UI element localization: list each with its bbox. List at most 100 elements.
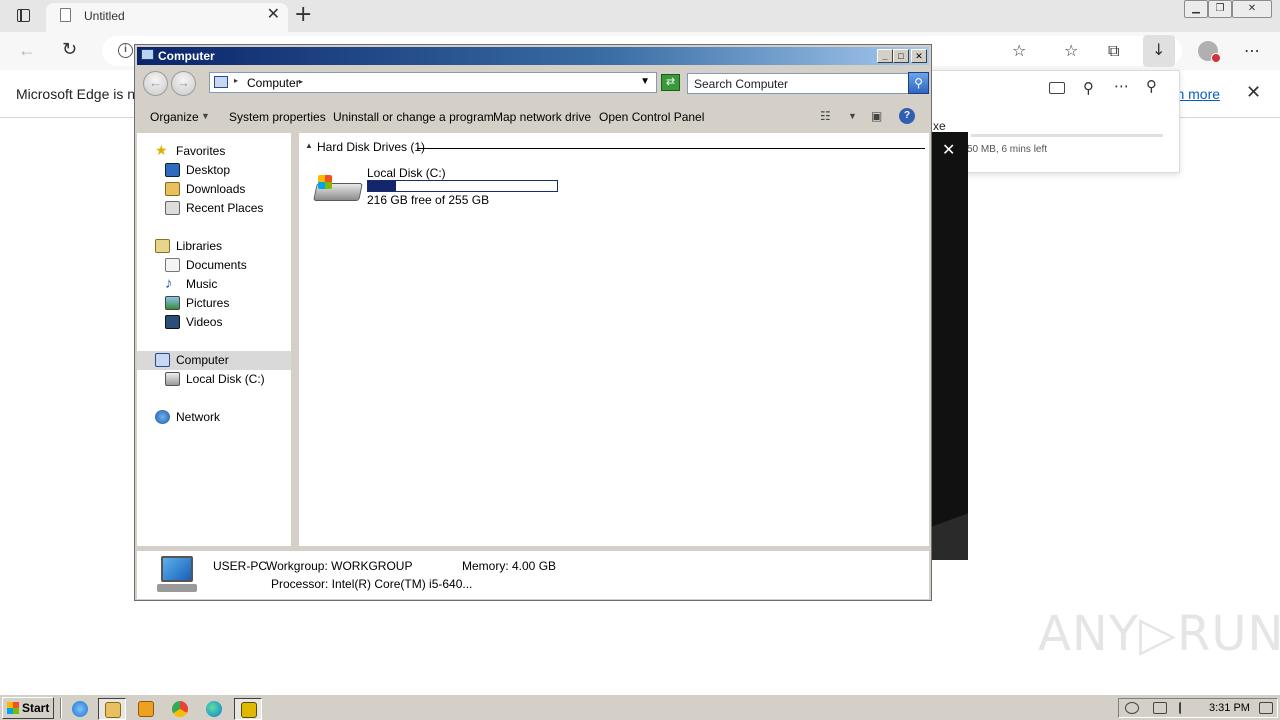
explorer-titlebar[interactable]: Computer _ □ ✕ bbox=[137, 47, 929, 65]
watermark: ANY▷RUN bbox=[1038, 606, 1280, 662]
clock[interactable]: 3:31 PM bbox=[1209, 702, 1250, 714]
navigation-pane: ★ Favorites Desktop Downloads Recent Pla… bbox=[137, 133, 295, 546]
downloads-button[interactable]: ↓ bbox=[1143, 35, 1175, 67]
address-bar[interactable]: ▸ Computer ▸ ▼ bbox=[209, 72, 657, 93]
taskbar: Start 3:31 PM bbox=[0, 694, 1280, 720]
chevron-down-icon[interactable]: ▼ bbox=[640, 76, 650, 87]
profile-avatar[interactable] bbox=[1198, 41, 1221, 63]
star-icon: ★ bbox=[155, 142, 168, 158]
download-file-name[interactable]: xe bbox=[933, 119, 946, 133]
system-properties-button[interactable]: System properties bbox=[229, 110, 326, 124]
nav-libraries[interactable]: Libraries bbox=[155, 237, 289, 256]
more-options-icon[interactable]: ⋯ bbox=[1114, 77, 1129, 95]
favorites-icon[interactable]: ☆ bbox=[1064, 41, 1078, 60]
chevron-down-icon[interactable]: ▼ bbox=[201, 111, 210, 121]
organize-menu[interactable]: Organize bbox=[150, 110, 199, 124]
close-window-button[interactable]: ✕ bbox=[1232, 0, 1272, 18]
libraries-icon bbox=[155, 239, 170, 253]
computer-icon bbox=[141, 49, 154, 60]
content-pane: ▲ Hard Disk Drives (1) Local Disk (C:) 2… bbox=[299, 133, 929, 546]
forward-button[interactable]: → bbox=[171, 71, 196, 96]
minimize-button[interactable]: _ bbox=[877, 49, 893, 63]
group-header[interactable]: ▲ Hard Disk Drives (1) bbox=[305, 140, 925, 156]
system-tray: 3:31 PM bbox=[1118, 698, 1278, 718]
nav-recent-places[interactable]: Recent Places bbox=[165, 199, 289, 218]
map-network-drive-button[interactable]: Map network drive bbox=[493, 110, 591, 124]
computer-icon bbox=[155, 353, 170, 367]
chevron-right-icon[interactable]: ▸ bbox=[299, 77, 303, 86]
downloads-folder-icon bbox=[165, 182, 180, 196]
browser-tab-bar: Untitled ✕ + ▁ ❐ ✕ bbox=[0, 0, 1280, 32]
explorer-window: Computer _ □ ✕ ← → ▸ Computer ▸ ▼ ⇄ Sear… bbox=[134, 44, 932, 601]
computer-icon bbox=[155, 556, 199, 596]
close-icon[interactable]: ✕ bbox=[942, 140, 955, 160]
new-tab-button[interactable]: + bbox=[294, 3, 312, 27]
nav-computer[interactable]: Computer bbox=[137, 351, 291, 370]
maximize-button[interactable]: □ bbox=[893, 49, 909, 63]
open-control-panel-button[interactable]: Open Control Panel bbox=[599, 110, 704, 124]
collections-icon[interactable]: ⧉ bbox=[1108, 41, 1119, 61]
search-icon[interactable]: ⚲ bbox=[1083, 79, 1094, 97]
media-player-icon[interactable] bbox=[132, 698, 160, 720]
windows-logo-icon bbox=[7, 702, 19, 714]
chevron-right-icon[interactable]: ▸ bbox=[234, 76, 238, 85]
show-desktop-icon[interactable] bbox=[1259, 702, 1273, 714]
flag-icon[interactable] bbox=[1179, 702, 1193, 714]
dark-window: ✕ bbox=[932, 132, 968, 560]
window-title: Computer bbox=[158, 49, 215, 63]
more-menu-icon[interactable]: ⋯ bbox=[1244, 41, 1260, 60]
nav-desktop[interactable]: Desktop bbox=[165, 161, 289, 180]
explorer-navbar: ← → ▸ Computer ▸ ▼ ⇄ Search Computer ⚲ bbox=[137, 67, 929, 99]
infobar-close-icon[interactable]: ✕ bbox=[1246, 82, 1261, 103]
minimize-button[interactable]: ▁ bbox=[1184, 0, 1208, 18]
pin-icon[interactable]: ⚲ bbox=[1146, 77, 1157, 95]
internet-explorer-icon[interactable] bbox=[66, 698, 94, 720]
network-status-icon[interactable] bbox=[1153, 702, 1167, 714]
chevron-down-icon[interactable]: ▼ bbox=[848, 111, 857, 121]
nav-downloads[interactable]: Downloads bbox=[165, 180, 289, 199]
back-arrow-icon[interactable]: ← bbox=[18, 40, 36, 61]
computer-icon bbox=[214, 76, 228, 88]
volume-icon[interactable] bbox=[1125, 702, 1139, 714]
download-status: 50 MB, 6 mins left bbox=[967, 144, 1048, 155]
download-progress-bar bbox=[971, 134, 1163, 137]
tab-close-icon[interactable]: ✕ bbox=[267, 6, 280, 24]
infobar-message: Microsoft Edge is no bbox=[16, 86, 143, 102]
nav-favorites[interactable]: ★ Favorites bbox=[155, 142, 289, 161]
uninstall-program-button[interactable]: Uninstall or change a program bbox=[333, 110, 494, 124]
page-icon bbox=[60, 8, 71, 22]
drive-name[interactable]: Local Disk (C:) bbox=[367, 166, 446, 180]
nav-documents[interactable]: Documents bbox=[165, 256, 289, 275]
nav-videos[interactable]: Videos bbox=[165, 313, 289, 332]
refresh-icon[interactable]: ↻ bbox=[62, 39, 77, 60]
back-button[interactable]: ← bbox=[143, 71, 168, 96]
close-button[interactable]: ✕ bbox=[911, 49, 927, 63]
explorer-taskbar-icon[interactable] bbox=[98, 698, 126, 720]
add-favorite-icon[interactable]: ☆ bbox=[1012, 41, 1026, 60]
start-button[interactable]: Start bbox=[2, 697, 54, 719]
help-icon[interactable]: ? bbox=[899, 108, 915, 124]
nav-network[interactable]: Network bbox=[155, 408, 289, 427]
search-button[interactable]: ⚲ bbox=[908, 72, 929, 94]
app-taskbar-icon[interactable] bbox=[234, 698, 262, 720]
nav-pictures[interactable]: Pictures bbox=[165, 294, 289, 313]
refresh-button[interactable]: ⇄ bbox=[661, 74, 680, 91]
browser-tab[interactable]: Untitled ✕ bbox=[46, 3, 288, 32]
edge-icon[interactable] bbox=[200, 698, 228, 720]
chrome-icon[interactable] bbox=[166, 698, 194, 720]
desktop-icon bbox=[165, 163, 180, 177]
hard-drive-icon[interactable] bbox=[313, 175, 363, 205]
videos-icon bbox=[165, 315, 180, 329]
tab-actions-icon[interactable] bbox=[12, 7, 34, 25]
address-location[interactable]: Computer bbox=[247, 76, 300, 90]
open-folder-icon[interactable] bbox=[1049, 82, 1065, 94]
search-input[interactable]: Search Computer bbox=[687, 73, 909, 94]
info-icon[interactable]: i bbox=[118, 43, 133, 58]
view-options-icon[interactable]: ☷ bbox=[820, 109, 831, 123]
preview-pane-icon[interactable]: ▣ bbox=[871, 109, 882, 123]
processor: Processor: Intel(R) Core(TM) i5-640... bbox=[271, 577, 473, 591]
restore-button[interactable]: ❐ bbox=[1208, 0, 1232, 18]
nav-music[interactable]: ♪ Music bbox=[165, 275, 289, 294]
collapse-icon[interactable]: ▲ bbox=[305, 141, 313, 150]
nav-local-disk[interactable]: Local Disk (C:) bbox=[165, 370, 289, 389]
